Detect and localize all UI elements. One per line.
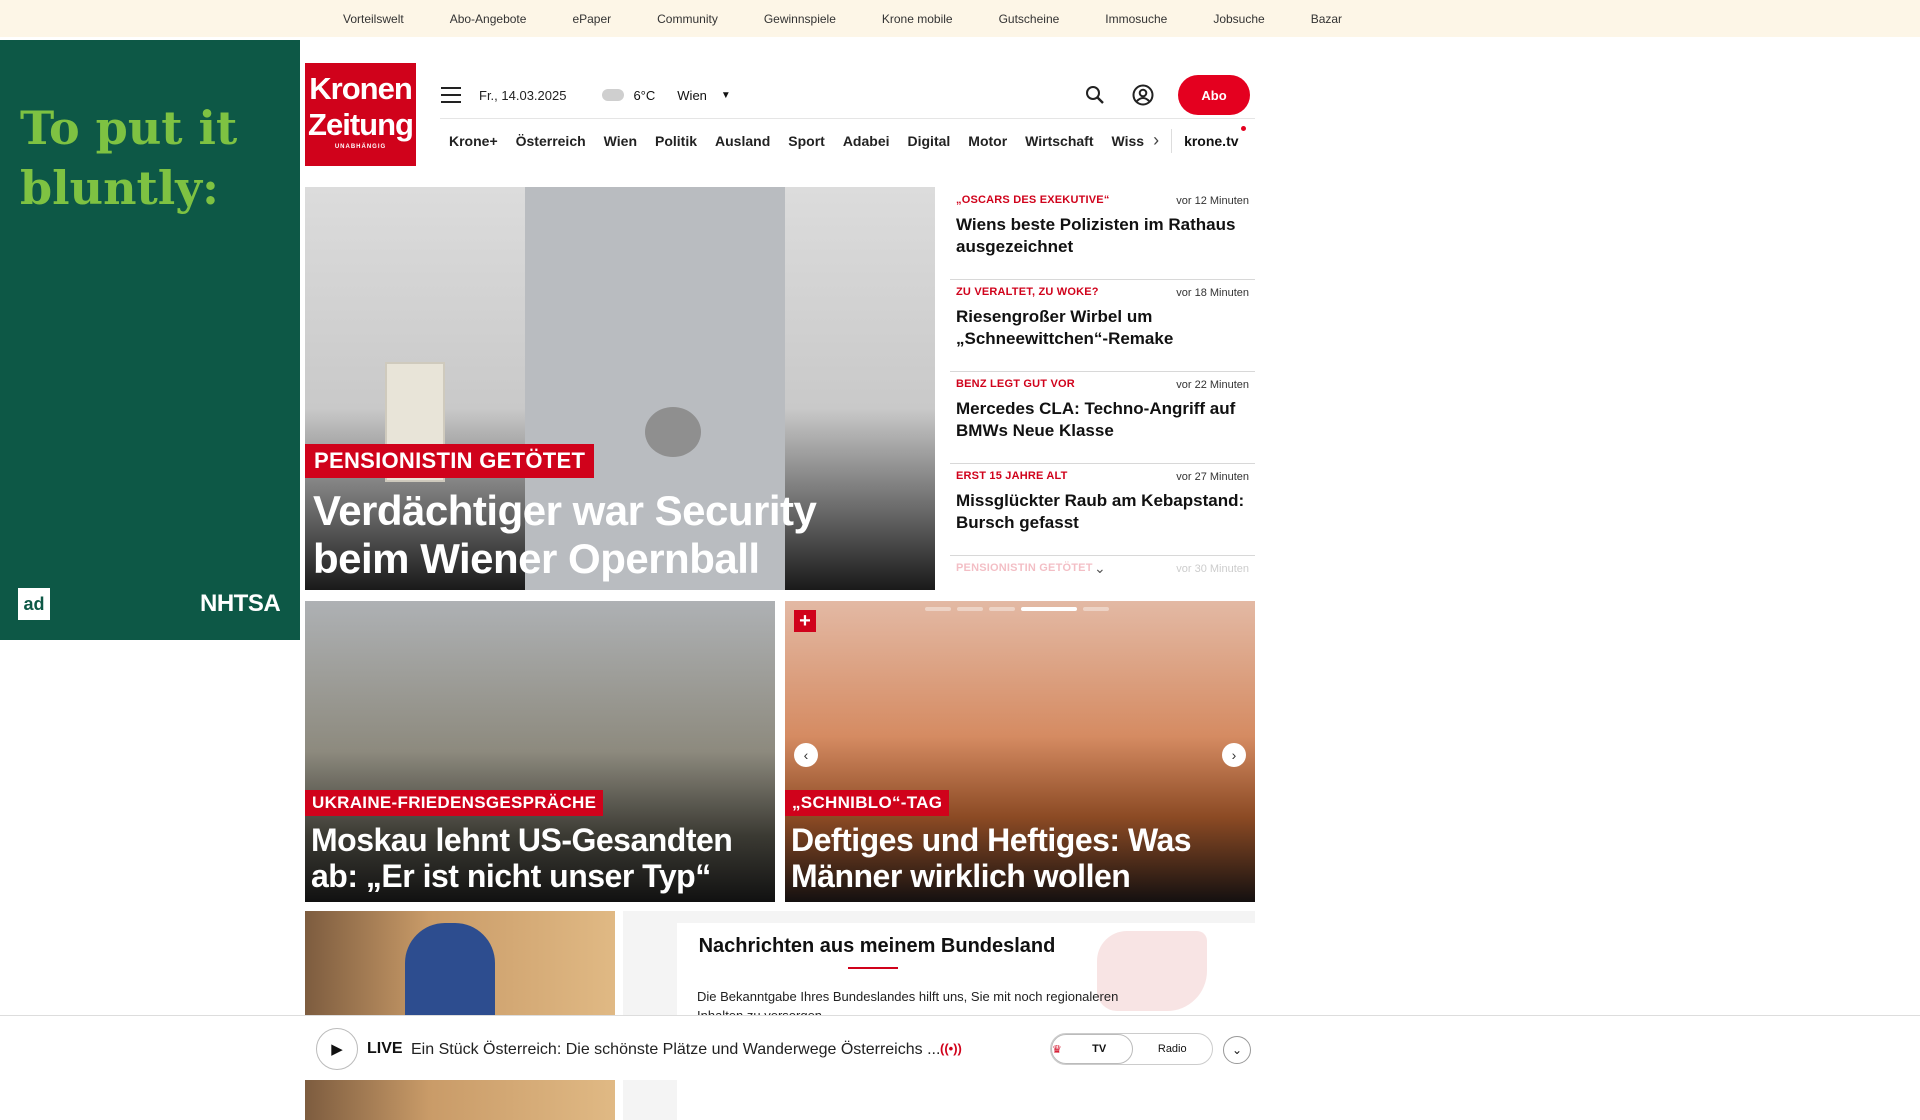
search-icon[interactable] (1082, 82, 1108, 108)
nav-item-wien[interactable]: Wien (595, 133, 646, 149)
card-title[interactable]: Moskau lehnt US-Gesandten ab: „Er ist ni… (311, 822, 766, 894)
carousel-indicators (925, 607, 1109, 611)
story-headline[interactable]: Riesengroßer Wirbel um „Schneewittchen“-… (956, 306, 1249, 350)
carousel-next-icon[interactable]: › (1222, 743, 1246, 767)
nav-item-sport[interactable]: Sport (779, 133, 834, 149)
nav-item-politik[interactable]: Politik (646, 133, 706, 149)
story-time: vor 12 Minuten (1176, 195, 1249, 207)
story-headline[interactable]: Mercedes CLA: Techno-Angriff auf BMWs Ne… (956, 398, 1249, 442)
toggle-tv[interactable]: ♛ TV (1051, 1034, 1133, 1064)
list-item[interactable]: ZU VERALTET, ZU WOKE? vor 18 Minuten Rie… (950, 280, 1255, 372)
carousel-dot[interactable] (989, 607, 1015, 611)
live-title[interactable]: Ein Stück Österreich: Die schönste Plätz… (411, 1041, 940, 1059)
tv-radio-toggle[interactable]: ♛ TV Radio (1050, 1033, 1213, 1065)
ad-headline: To put it bluntly: (20, 101, 238, 215)
account-icon[interactable] (1130, 82, 1156, 108)
topbar-link-jobsuche[interactable]: Jobsuche (1213, 12, 1264, 26)
topbar-link-immosuche[interactable]: Immosuche (1105, 12, 1167, 26)
list-item[interactable]: ERST 15 JAHRE ALT vor 27 Minuten Missglü… (950, 464, 1255, 556)
carousel-prev-icon[interactable]: ‹ (794, 743, 818, 767)
top-utility-links: Vorteilswelt Abo-Angebote ePaper Communi… (343, 0, 1388, 37)
list-item[interactable]: BENZ LEGT GUT VOR vor 22 Minuten Mercede… (950, 372, 1255, 464)
topbar-link-epaper[interactable]: ePaper (572, 12, 611, 26)
live-player-bar: ▶ LIVE Ein Stück Österreich: Die schönst… (0, 1015, 1920, 1080)
nav-item-ausland[interactable]: Ausland (706, 133, 779, 149)
kronen-zeitung-logo[interactable]: Kronen Zeitung UNABHÄNGIG (305, 63, 416, 166)
live-label: LIVE (367, 1040, 403, 1057)
bundesland-heading: Nachrichten aus meinem Bundesland (698, 935, 1056, 957)
topbar-link-gewinnspiele[interactable]: Gewinnspiele (764, 12, 836, 26)
advertisement-banner[interactable]: To put it bluntly: ad NHTSA (0, 40, 300, 640)
logo-subtitle: UNABHÄNGIG (334, 144, 387, 150)
chevron-down-icon[interactable]: ⌄ (1223, 1036, 1251, 1064)
topbar-link-gutscheine[interactable]: Gutscheine (999, 12, 1060, 26)
card-kicker: „SCHNIBLO“-TAG (785, 790, 950, 816)
topbar-link-bazar[interactable]: Bazar (1311, 12, 1342, 26)
main-navigation: Krone+ Österreich Wien Politik Ausland S… (440, 118, 1255, 162)
carousel-dot[interactable] (925, 607, 951, 611)
krone-tv-label: krone.tv (1184, 132, 1239, 149)
nav-scroll-right-icon[interactable]: › (1153, 130, 1159, 151)
story-card-ukraine[interactable]: UKRAINE-FRIEDENSGESPRÄCHE Moskau lehnt U… (305, 601, 775, 902)
toggle-tv-label: TV (1092, 1043, 1107, 1055)
heading-underline (848, 967, 898, 969)
play-icon[interactable]: ▶ (316, 1028, 358, 1070)
hero-title[interactable]: Verdächtiger war Security beim Wiener Op… (313, 487, 913, 583)
story-time: vor 30 Minuten (1176, 563, 1249, 575)
chevron-down-icon[interactable]: ▼ (721, 90, 731, 101)
nhtsa-logo: NHTSA (200, 590, 281, 617)
list-item[interactable]: „OSCARS DES EXEKUTIVE“ vor 12 Minuten Wi… (950, 188, 1255, 280)
chevron-down-icon[interactable]: ⌄ (1094, 560, 1106, 577)
nav-item-wissen-faded[interactable]: Wiss (1103, 133, 1154, 149)
topbar-link-vorteilswelt[interactable]: Vorteilswelt (343, 12, 404, 26)
city-selector[interactable]: Wien (677, 88, 707, 103)
hero-kicker: PENSIONISTIN GETÖTET (305, 444, 595, 478)
topbar-link-community[interactable]: Community (657, 12, 718, 26)
logo-line-1: Kronen (309, 71, 413, 106)
nav-item-adabei[interactable]: Adabei (834, 133, 899, 149)
top-utility-bar: Vorteilswelt Abo-Angebote ePaper Communi… (0, 0, 1920, 37)
toggle-radio[interactable]: Radio (1133, 1034, 1213, 1064)
krone-crown-icon: ♛ (1052, 1043, 1062, 1056)
live-dot-icon (1240, 125, 1246, 131)
current-date: Fr., 14.03.2025 (479, 87, 567, 103)
abo-button[interactable]: Abo (1178, 75, 1250, 115)
topbar-link-krone-mobile[interactable]: Krone mobile (882, 12, 953, 26)
nav-item-oesterreich[interactable]: Österreich (507, 133, 595, 149)
krone-plus-icon: + (794, 610, 816, 632)
story-headline[interactable]: Wiens beste Polizisten im Rathaus ausgez… (956, 214, 1249, 258)
ad-council-logo: ad (18, 588, 50, 620)
carousel-dot-active[interactable] (1021, 607, 1077, 611)
broadcast-icon: ((•)) (940, 1041, 962, 1056)
hero-image-handle (645, 407, 701, 457)
header-actions: Abo (1082, 73, 1250, 117)
carousel-dot[interactable] (1083, 607, 1109, 611)
nav-item-wirtschaft[interactable]: Wirtschaft (1016, 133, 1102, 149)
nav-item-krone-tv[interactable]: krone.tv (1184, 125, 1246, 149)
card-title[interactable]: Deftiges und Heftiges: Was Männer wirkli… (791, 822, 1246, 894)
story-time: vor 22 Minuten (1176, 379, 1249, 391)
logo-line-2: Zeitung (308, 107, 414, 142)
nav-item-motor[interactable]: Motor (959, 133, 1016, 149)
story-time: vor 18 Minuten (1176, 287, 1249, 299)
menu-icon[interactable] (441, 87, 461, 103)
story-headline[interactable]: Missglückter Raub am Kebapstand: Bursch … (956, 490, 1249, 534)
topbar-link-abo-angebote[interactable]: Abo-Angebote (450, 12, 527, 26)
story-time: vor 27 Minuten (1176, 471, 1249, 483)
header-row: Fr., 14.03.2025 6°C Wien ▼ Abo (441, 73, 1255, 117)
hero-story[interactable]: PENSIONISTIN GETÖTET Verdächtiger war Se… (305, 187, 935, 590)
weather-temperature: 6°C (633, 87, 656, 103)
nav-item-krone-plus[interactable]: Krone+ (440, 133, 507, 149)
nav-divider (1171, 128, 1173, 153)
weather-cloud-icon (602, 89, 625, 101)
nav-item-digital[interactable]: Digital (899, 133, 960, 149)
carousel-dot[interactable] (957, 607, 983, 611)
latest-news-list: „OSCARS DES EXEKUTIVE“ vor 12 Minuten Wi… (950, 188, 1255, 588)
card-kicker: UKRAINE-FRIEDENSGESPRÄCHE (305, 790, 604, 816)
story-card-carousel[interactable]: + ‹ › „SCHNIBLO“-TAG Deftiges und Heftig… (785, 601, 1255, 902)
